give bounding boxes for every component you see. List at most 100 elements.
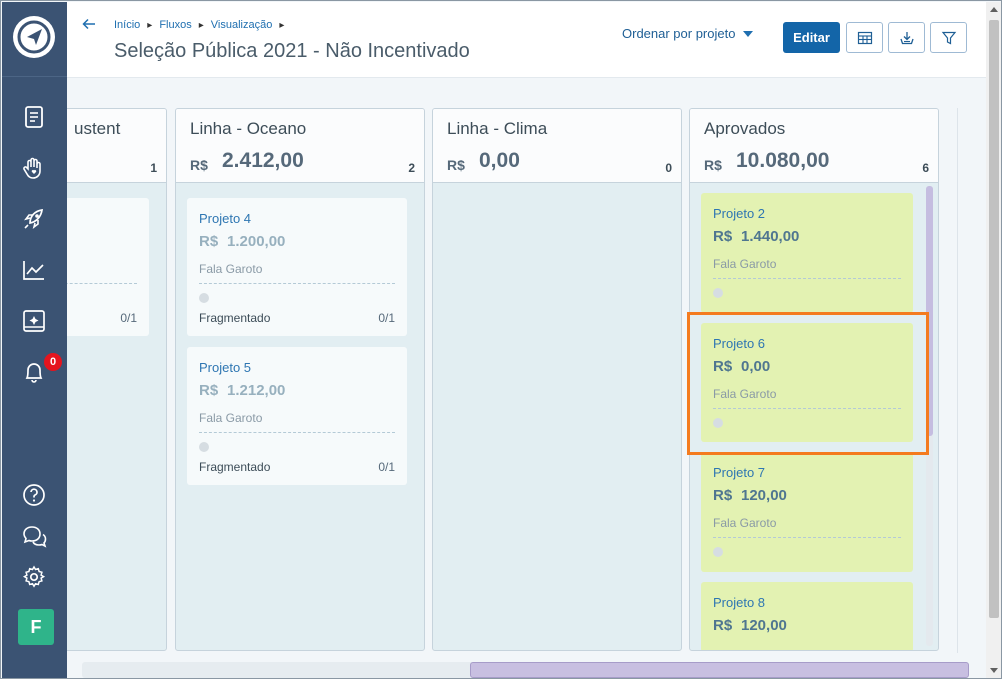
sidebar: 0 F <box>2 2 67 678</box>
caret-down-icon <box>743 30 754 37</box>
card-divider <box>199 283 395 284</box>
column-count: 0 <box>665 161 672 175</box>
status-dot-icon <box>199 442 209 452</box>
column-count: 1 <box>150 161 157 175</box>
image-sparkle-icon[interactable] <box>21 308 47 334</box>
card-currency: R$ <box>713 617 733 634</box>
project-card[interactable]: Projeto 5 R$ 1.212,00 Fala Garoto Fragme… <box>187 347 407 485</box>
column-name: Linha - Clima <box>447 119 548 138</box>
card-name: Projeto 5 <box>199 360 252 375</box>
column-header: Linha - Clima R$ 0,00 0 <box>433 109 681 183</box>
column-total: 0,00 <box>479 149 520 172</box>
table-view-button[interactable] <box>846 22 883 53</box>
hand-heart-icon[interactable] <box>21 155 47 181</box>
breadcrumb-separator-icon: ▸ <box>147 19 153 31</box>
status-dot-icon <box>713 418 723 428</box>
card-type: Fragmentado <box>199 311 271 325</box>
kanban-board: ustent 1 0/1 Linha - Oceano R$ 2.412,00 … <box>67 78 972 658</box>
column-total: 2.412,00 <box>222 149 304 172</box>
card-divider <box>199 432 395 433</box>
project-card[interactable]: Projeto 6 R$ 0,00 Fala Garoto <box>701 323 913 442</box>
download-button[interactable] <box>888 22 925 53</box>
card-progress: 0/1 <box>378 311 395 325</box>
chat-icon[interactable] <box>21 523 47 549</box>
card-value: 1.212,00 <box>227 382 286 399</box>
project-card[interactable]: 0/1 <box>67 198 149 336</box>
breadcrumb-separator-icon: ▸ <box>198 19 204 31</box>
page-title: Seleção Pública 2021 - Não Incentivado <box>114 40 470 62</box>
download-icon <box>900 32 914 45</box>
card-name: Projeto 7 <box>713 465 766 480</box>
card-currency: R$ <box>199 233 219 250</box>
page-header: Início ▸ Fluxos ▸ Visualização ▸ Seleção… <box>67 2 987 78</box>
sort-dropdown-label: Ordenar por projeto <box>622 26 736 41</box>
column-name: ustent <box>74 119 121 138</box>
project-card[interactable]: Projeto 4 R$ 1.200,00 Fala Garoto Fragme… <box>187 198 407 336</box>
card-organization: Fala Garoto <box>713 257 777 271</box>
sort-dropdown[interactable]: Ordenar por projeto <box>622 26 754 41</box>
filter-button[interactable] <box>930 22 967 53</box>
card-value: 1.440,00 <box>741 228 800 245</box>
card-divider <box>713 408 901 409</box>
board-column: Aprovados R$ 10.080,00 6 Projeto 2 R$ 1.… <box>689 108 939 651</box>
notification-badge: 0 <box>44 353 62 371</box>
column-total: 10.080,00 <box>736 149 830 172</box>
column-header: Aprovados R$ 10.080,00 6 <box>690 109 938 183</box>
card-organization: Fala Garoto <box>199 411 263 425</box>
column-name: Aprovados <box>704 119 786 138</box>
breadcrumb: Início ▸ Fluxos ▸ Visualização ▸ <box>114 19 291 31</box>
status-dot-icon <box>713 547 723 557</box>
board-column: Linha - Oceano R$ 2.412,00 2 Projeto 4 R… <box>175 108 425 651</box>
card-value: 1.200,00 <box>227 233 286 250</box>
project-card[interactable]: Projeto 7 R$ 120,00 Fala Garoto <box>701 452 913 572</box>
card-currency: R$ <box>713 358 733 375</box>
board-column: ustent 1 0/1 <box>67 108 167 651</box>
navigation-logo-icon[interactable] <box>13 16 55 58</box>
column-name: Linha - Oceano <box>190 119 307 138</box>
column-currency: R$ <box>190 157 208 173</box>
project-card[interactable]: Projeto 2 R$ 1.440,00 Fala Garoto <box>701 193 913 313</box>
card-divider <box>713 537 901 538</box>
help-icon[interactable] <box>21 482 47 508</box>
column-count: 2 <box>408 161 415 175</box>
card-organization: Fala Garoto <box>199 262 263 276</box>
scroll-down-arrow-icon[interactable] <box>990 668 998 673</box>
column-scrollbar-thumb[interactable] <box>926 186 933 436</box>
card-progress: 0/1 <box>120 311 137 325</box>
project-card[interactable]: Projeto 8 R$ 120,00 <box>701 582 913 650</box>
card-currency: R$ <box>713 487 733 504</box>
window-scrollbar[interactable] <box>986 2 1001 678</box>
card-divider <box>713 278 901 279</box>
back-arrow-icon[interactable] <box>81 16 97 32</box>
card-value: 0,00 <box>741 358 771 375</box>
board-column: Linha - Clima R$ 0,00 0 <box>432 108 682 651</box>
gear-icon[interactable] <box>21 564 47 590</box>
column-currency: R$ <box>447 157 465 173</box>
breadcrumb-fluxos[interactable]: Fluxos <box>159 19 191 31</box>
filter-icon <box>941 31 957 45</box>
window-scrollbar-thumb[interactable] <box>989 20 999 618</box>
table-icon <box>857 31 873 45</box>
card-name: Projeto 6 <box>713 336 766 351</box>
status-dot-icon <box>713 288 723 298</box>
chart-line-icon[interactable] <box>21 257 47 283</box>
column-count: 6 <box>922 161 929 175</box>
breadcrumb-separator-icon: ▸ <box>279 19 285 31</box>
board-horizontal-scrollbar-thumb[interactable] <box>470 662 969 678</box>
card-progress: 0/1 <box>378 460 395 474</box>
card-currency: R$ <box>199 382 219 399</box>
avatar[interactable]: F <box>18 609 54 645</box>
app-window: 0 F Início ▸ Fluxos ▸ Visualização ▸ Sel… <box>0 0 1002 679</box>
sidebar-divider <box>2 76 67 77</box>
column-header: ustent 1 <box>67 109 166 183</box>
breadcrumb-inicio[interactable]: Início <box>114 19 140 31</box>
scroll-up-arrow-icon[interactable] <box>990 7 998 12</box>
rocket-icon[interactable] <box>21 206 47 232</box>
breadcrumb-visualizacao[interactable]: Visualização <box>211 19 273 31</box>
card-currency: R$ <box>713 228 733 245</box>
document-icon[interactable] <box>21 104 47 130</box>
edit-button[interactable]: Editar <box>783 22 840 53</box>
card-divider <box>67 283 137 284</box>
card-value: 120,00 <box>741 487 787 504</box>
card-organization: Fala Garoto <box>713 516 777 530</box>
